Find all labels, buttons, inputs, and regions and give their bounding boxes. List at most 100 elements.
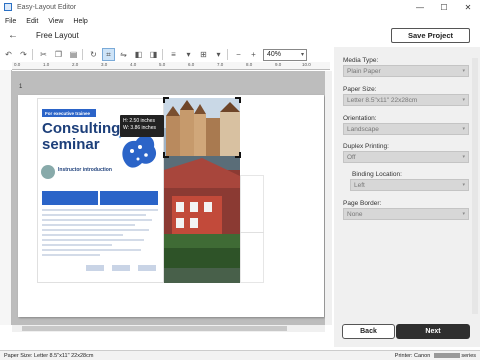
menu-bar: File Edit View Help [0,15,93,27]
undo-icon[interactable]: ↶ [2,48,15,61]
ruler-label: 3.0 [101,62,108,67]
duplex-label: Duplex Printing: [343,143,389,150]
canvas-horizontal-scrollbar[interactable] [12,325,325,332]
ruler-label: 0.0 [14,62,21,67]
app-icon [4,3,12,11]
crop-icon[interactable]: ⌗ [102,48,115,61]
photo-extension [240,232,264,283]
grid-dropdown-icon[interactable]: ▾ [212,48,225,61]
duplex-value: Off [347,153,356,161]
save-project-button[interactable]: Save Project [391,28,470,43]
copy-icon[interactable]: ❐ [52,48,65,61]
flyer-block [100,191,158,205]
tooltip-width: W: 3.86 inches [123,125,156,131]
page-number: 1 [19,84,23,90]
zoom-out-icon[interactable]: − [232,48,245,61]
flyer-headline: Consulting seminar [42,121,120,153]
page-border-value: None [347,210,363,218]
binding-label: Binding Location: [352,171,402,178]
back-button[interactable]: Back [342,324,395,339]
status-printer: Printer: Canon series [395,353,476,359]
minimize-button[interactable]: — [408,0,432,14]
flip-icon[interactable]: ⇋ [117,48,130,61]
vertical-ruler [0,70,12,325]
chevron-down-icon: ▾ [462,211,465,217]
title-bar: Easy-Layout Editor — ☐ ✕ [0,0,480,14]
crop-handle[interactable] [235,152,241,158]
chevron-down-icon: ▾ [462,154,465,160]
binding-value: Left [354,181,365,189]
chevron-down-icon: ▾ [462,68,465,74]
toolbar-divider [162,49,163,60]
menu-help[interactable]: Help [68,18,92,25]
media-type-label: Media Type: [343,57,379,64]
flyer-headline-2: seminar [42,136,100,153]
ruler-label: 9.0 [275,62,282,67]
canvas-vertical-scrollbar[interactable] [325,71,332,325]
flyer-logos [86,265,156,273]
rotate-icon[interactable]: ↻ [87,48,100,61]
close-button[interactable]: ✕ [456,0,480,14]
media-type-select[interactable]: Plain Paper ▾ [343,65,469,77]
printer-suffix: series [461,353,476,359]
flyer-section-title: Instructor introduction [58,167,112,173]
paper-size-value: Letter 8.5"x11" 22x28cm [347,96,418,104]
redo-icon[interactable]: ↷ [17,48,30,61]
chevron-down-icon: ▾ [462,97,465,103]
bring-front-icon[interactable]: ◧ [132,48,145,61]
flyer-block [42,191,98,205]
ruler-label: 5.0 [159,62,166,67]
redacted-printer-model [433,353,460,359]
orientation-value: Landscape [347,125,379,133]
chevron-down-icon: ▾ [462,126,465,132]
paste-icon[interactable]: ▤ [67,48,80,61]
menu-file[interactable]: File [0,18,21,25]
page-border-select[interactable]: None ▾ [343,208,469,220]
maximize-button[interactable]: ☐ [432,0,456,14]
tooltip-height: H: 2.50 inches [123,118,155,124]
binding-select[interactable]: Left ▾ [350,179,469,191]
flyer-body-text [42,209,158,259]
scrollbar-thumb[interactable] [22,326,287,331]
crop-handle[interactable] [235,97,241,103]
size-tooltip: H: 2.50 inches W: 3.86 inches [120,115,164,137]
send-back-icon[interactable]: ◨ [147,48,160,61]
window-title: Easy-Layout Editor [17,3,77,11]
ruler-label: 2.0 [72,62,79,67]
zoom-in-icon[interactable]: + [247,48,260,61]
cut-icon[interactable]: ✂ [37,48,50,61]
ruler-label: 1.0 [43,62,50,67]
menu-edit[interactable]: Edit [21,18,43,25]
ruler-label: 10.0 [302,62,311,67]
back-arrow-icon[interactable]: ← [8,30,18,41]
zoom-value: 40% [267,51,282,58]
crop-handle[interactable] [163,152,169,158]
photo-image[interactable] [164,98,240,283]
flyer-tag: For executive trainee [42,109,96,117]
printer-prefix: Printer: Canon [394,353,431,359]
toolbar: ↶ ↷ ✂ ❐ ▤ ↻ ⌗ ⇋ ◧ ◨ ≡ ▾ ⊞ ▾ − + 40% ▾ [0,47,332,62]
next-button[interactable]: Next [396,324,470,339]
duplex-select[interactable]: Off ▾ [343,151,469,163]
settings-panel: Media Type: Plain Paper ▾ Paper Size: Le… [334,47,480,347]
window-controls: — ☐ ✕ [408,0,480,14]
zoom-select[interactable]: 40% ▾ [263,48,307,61]
chevron-down-icon: ▾ [300,51,304,58]
menu-view[interactable]: View [43,18,68,25]
paper-size-label: Paper Size: [343,86,377,93]
crop-handle[interactable] [163,97,169,103]
paper-size-select[interactable]: Letter 8.5"x11" 22x28cm ▾ [343,94,469,106]
ruler-label: 4.0 [130,62,137,67]
toolbar-divider [227,49,228,60]
align-icon[interactable]: ≡ [167,48,180,61]
page-title: Free Layout [36,31,79,40]
grid-icon[interactable]: ⊞ [197,48,210,61]
toolbar-divider [32,49,33,60]
chevron-down-icon: ▾ [462,182,465,188]
settings-scrollbar[interactable] [472,58,478,314]
align-dropdown-icon[interactable]: ▾ [182,48,195,61]
orientation-select[interactable]: Landscape ▾ [343,123,469,135]
ruler-label: 7.0 [217,62,224,67]
ruler-label: 6.0 [188,62,195,67]
toolbar-divider [82,49,83,60]
